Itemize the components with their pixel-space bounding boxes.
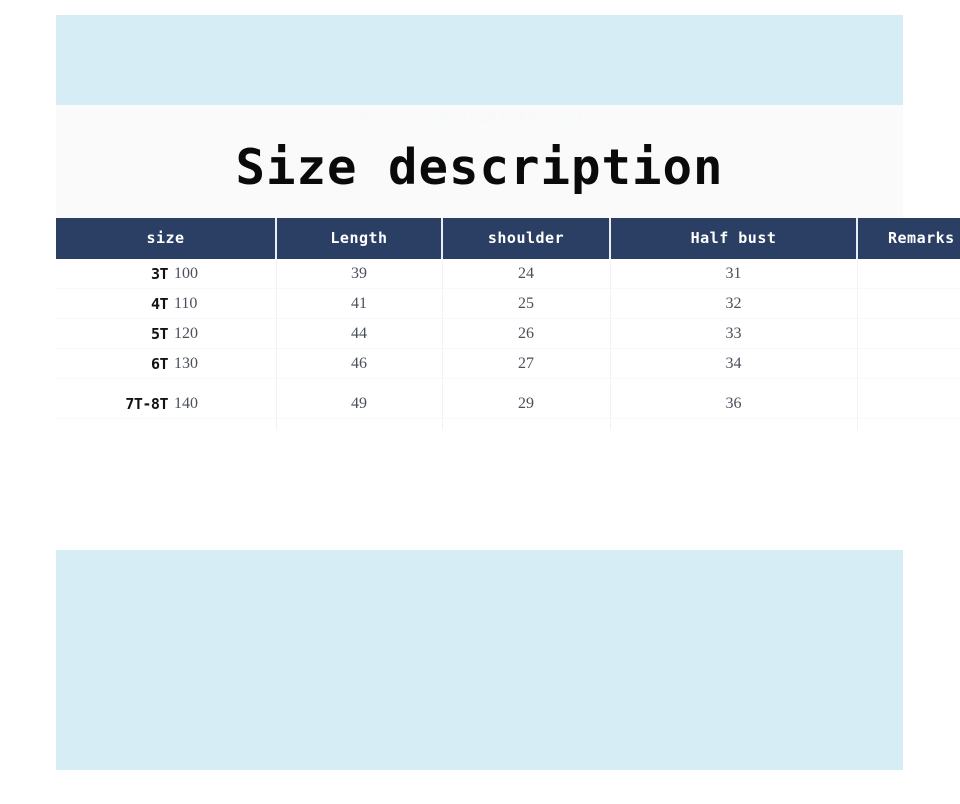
cell-size: 4T (150, 295, 169, 313)
header-divider-3 (609, 218, 611, 259)
cell-bust-secondary: 34 (725, 355, 742, 372)
cell-half-bust: 25 (518, 295, 534, 312)
cell-bust-secondary: 36 (725, 395, 742, 412)
cell-length: 120 (174, 325, 198, 342)
cell-shoulder: 44 (351, 325, 367, 342)
decorative-panel-top (56, 15, 903, 105)
table-row: 6T 130 46 27 34 (56, 349, 960, 379)
column-header-size: size (56, 218, 275, 259)
cell-bust-secondary: 32 (725, 295, 742, 312)
column-header-shoulder: shoulder (443, 218, 609, 259)
faint-watermark-text: MOST SIZE CHART PROVIDED (361, 113, 598, 128)
header-divider-4 (856, 218, 858, 259)
cell-remarks (858, 259, 960, 289)
cell-half-bust: 27 (518, 355, 534, 372)
cell-half-bust: 26 (518, 325, 534, 342)
cell-remarks (858, 349, 960, 379)
header-divider-2 (441, 218, 443, 259)
cell-length: 140 (174, 395, 198, 412)
cell-half-bust: 24 (518, 265, 534, 282)
cell-length: 110 (174, 295, 198, 312)
table-row: 7T-8T 140 49 29 36 (56, 389, 960, 419)
column-header-length: Length (277, 218, 441, 259)
table-body: 3T 100 39 24 31 4T 110 41 25 32 5T 120 4… (56, 259, 960, 430)
cell-length: 100 (174, 265, 198, 282)
title-band: MOST SIZE CHART PROVIDED Size descriptio… (56, 105, 903, 218)
table-header-row: size Length shoulder Half bust Remarks (56, 218, 960, 259)
table-row: 5T 120 44 26 33 (56, 319, 960, 349)
cell-shoulder: 39 (351, 265, 367, 282)
size-chart-page: MOST SIZE CHART PROVIDED Size descriptio… (0, 0, 960, 804)
cell-size: 6T (150, 355, 169, 373)
column-header-remarks: Remarks (858, 218, 960, 259)
column-header-half-bust: Half bust (611, 218, 856, 259)
cell-size: 5T (150, 325, 169, 343)
cell-bust-secondary: 33 (725, 325, 742, 342)
cell-shoulder: 49 (351, 395, 367, 412)
page-title: Size description (235, 139, 724, 196)
table-row: 4T 110 41 25 32 (56, 289, 960, 319)
decorative-panel-bottom (56, 550, 903, 770)
cell-size: 3T (150, 265, 169, 283)
cell-remarks (858, 289, 960, 319)
cell-half-bust: 29 (518, 395, 534, 412)
cell-shoulder: 46 (351, 355, 367, 372)
size-table: size Length shoulder Half bust Remarks 3… (56, 218, 960, 430)
cell-bust-secondary: 31 (725, 265, 742, 282)
cell-remarks (858, 389, 960, 419)
cell-size: 7T-8T (125, 395, 168, 413)
cell-length: 130 (174, 355, 198, 372)
cell-shoulder: 41 (351, 295, 367, 312)
cell-remarks (858, 319, 960, 349)
table-row: 3T 100 39 24 31 (56, 259, 960, 289)
header-divider-1 (275, 218, 277, 259)
